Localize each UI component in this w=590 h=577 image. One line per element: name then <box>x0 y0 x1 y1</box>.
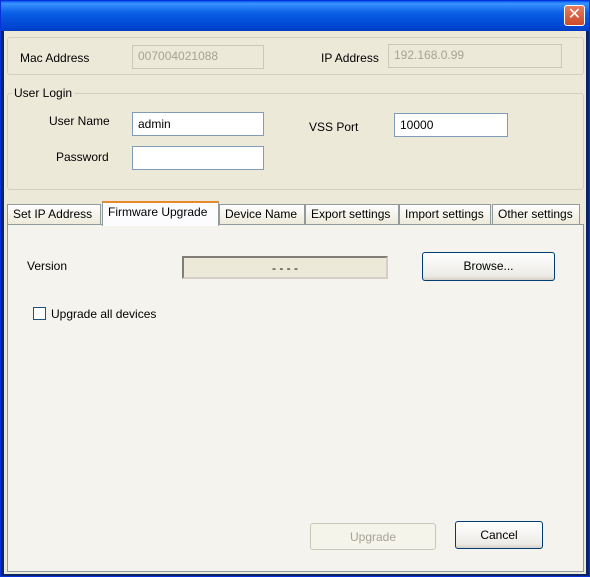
tab-label: Device Name <box>225 207 298 221</box>
username-input[interactable] <box>132 112 264 136</box>
close-button[interactable]: ✕ <box>564 5 585 26</box>
tab-import-settings[interactable]: Import settings <box>399 204 491 225</box>
upgrade-button[interactable]: Upgrade <box>310 523 436 550</box>
user-login-group: User Login User Name Password VSS Port <box>7 86 584 190</box>
upgrade-all-checkbox[interactable] <box>33 307 46 320</box>
password-label: Password <box>56 150 109 164</box>
tab-firmware-upgrade[interactable]: Firmware Upgrade <box>102 201 219 226</box>
dialog-window: ✕ Mac Address 007004021088 IP Address 19… <box>0 0 590 577</box>
upgrade-all-label[interactable]: Upgrade all devices <box>51 307 156 321</box>
cancel-button-label: Cancel <box>480 528 518 542</box>
tab-label: Export settings <box>311 207 391 221</box>
tab-other-settings[interactable]: Other settings <box>492 204 580 225</box>
tab-label: Set IP Address <box>13 207 93 221</box>
tab-label: Import settings <box>405 207 484 221</box>
password-input[interactable] <box>132 146 264 170</box>
mac-address-label: Mac Address <box>20 51 90 65</box>
tab-set-ip-address[interactable]: Set IP Address <box>7 204 101 225</box>
version-field: - - - - <box>182 256 388 279</box>
title-bar[interactable]: ✕ <box>1 1 589 31</box>
browse-button-label: Browse... <box>463 259 514 273</box>
close-icon: ✕ <box>567 6 582 23</box>
version-value: - - - - <box>272 261 298 275</box>
tab-label: Other settings <box>498 207 573 221</box>
dialog-client-area: Mac Address 007004021088 IP Address 192.… <box>4 31 586 574</box>
ip-address-label: IP Address <box>321 51 379 65</box>
browse-button[interactable]: Browse... <box>422 252 555 281</box>
vss-port-input[interactable] <box>394 113 508 137</box>
user-login-legend: User Login <box>12 86 75 100</box>
device-info-group: Mac Address 007004021088 IP Address 192.… <box>7 37 584 75</box>
tab-export-settings[interactable]: Export settings <box>305 204 399 225</box>
mac-address-field: 007004021088 <box>132 45 264 69</box>
tab-label: Firmware Upgrade <box>108 205 208 219</box>
vss-port-label: VSS Port <box>309 120 359 134</box>
upgrade-button-label: Upgrade <box>349 530 397 544</box>
cancel-button[interactable]: Cancel <box>455 521 543 549</box>
tab-device-name[interactable]: Device Name <box>219 204 305 225</box>
version-label: Version <box>27 259 68 273</box>
ip-address-field: 192.168.0.99 <box>388 44 562 68</box>
firmware-upgrade-panel: Version - - - - Browse... Upgrade all de… <box>7 224 584 572</box>
username-label: User Name <box>49 114 110 128</box>
